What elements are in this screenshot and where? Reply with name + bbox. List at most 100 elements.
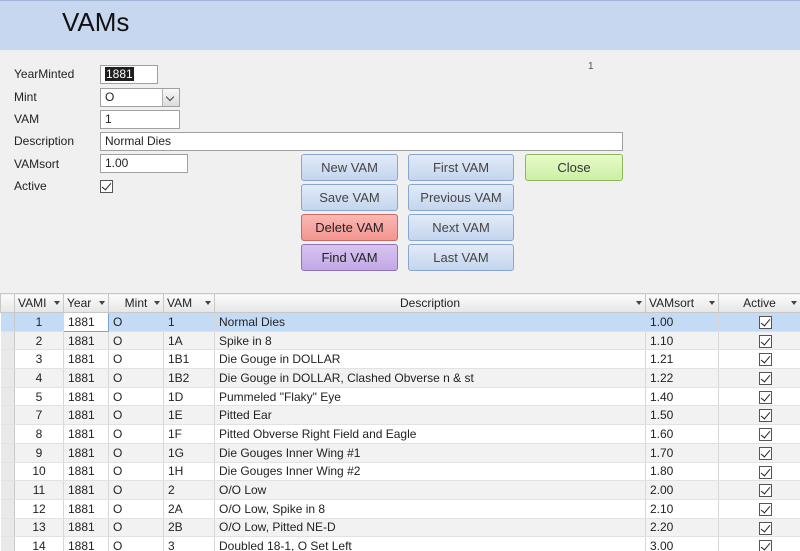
row-selector[interactable] <box>0 536 15 551</box>
close-button[interactable]: Close <box>525 154 623 181</box>
next-vam-button[interactable]: Next VAM <box>408 214 514 241</box>
sort-dropdown-icon[interactable] <box>791 301 797 305</box>
cell-year[interactable]: 1881 <box>63 368 109 388</box>
first-vam-button[interactable]: First VAM <box>408 154 514 181</box>
row-selector[interactable] <box>0 387 15 407</box>
row-selector[interactable] <box>0 368 15 388</box>
cell-active[interactable] <box>718 405 800 426</box>
table-row[interactable]: 8 1881 O 1F Pitted Obverse Right Field and E… <box>0 424 800 444</box>
table-row[interactable]: 14 1881 O 3 Doubled 18-1, O Set Left 3.00 <box>0 536 800 551</box>
cell-vamsort[interactable]: 2.00 <box>645 480 719 500</box>
row-selector[interactable] <box>0 424 15 444</box>
active-checkbox[interactable] <box>759 502 772 516</box>
cell-vami[interactable]: 9 <box>14 443 64 463</box>
row-selector[interactable] <box>0 405 15 426</box>
cell-active[interactable] <box>718 424 800 444</box>
cell-active[interactable] <box>718 349 800 370</box>
cell-vam[interactable]: 2A <box>163 499 215 519</box>
cell-vami[interactable]: 14 <box>14 536 64 551</box>
cell-vam[interactable]: 1A <box>163 331 215 351</box>
last-vam-button[interactable]: Last VAM <box>408 244 514 271</box>
table-row[interactable]: 7 1881 O 1E Pitted Ear 1.50 <box>0 405 800 426</box>
table-row[interactable]: 11 1881 O 2 O/O Low 2.00 <box>0 480 800 500</box>
cell-vamsort[interactable]: 2.10 <box>645 499 719 519</box>
cell-vam[interactable]: 1B1 <box>163 349 215 370</box>
cell-year[interactable]: 1881 <box>63 312 109 332</box>
cell-active[interactable] <box>718 331 800 351</box>
vam-field[interactable]: 1 <box>100 110 180 129</box>
sort-dropdown-icon[interactable] <box>154 301 160 305</box>
cell-vamsort[interactable]: 1.00 <box>645 312 719 332</box>
cell-mint[interactable]: O <box>108 331 164 351</box>
cell-year[interactable]: 1881 <box>63 480 109 500</box>
cell-vamsort[interactable]: 3.00 <box>645 536 719 551</box>
year-minted-field[interactable]: 1881 <box>100 65 158 84</box>
cell-vami[interactable]: 1 <box>14 312 64 332</box>
cell-year[interactable]: 1881 <box>63 405 109 426</box>
cell-description[interactable]: Doubled 18-1, O Set Left <box>214 536 646 551</box>
row-selector[interactable] <box>0 499 15 519</box>
active-checkbox[interactable] <box>759 353 772 367</box>
active-checkbox[interactable] <box>759 409 772 423</box>
cell-vamsort[interactable]: 2.20 <box>645 518 719 538</box>
cell-vam[interactable]: 1F <box>163 424 215 444</box>
cell-vami[interactable]: 8 <box>14 424 64 444</box>
row-selector[interactable] <box>0 480 15 500</box>
active-checkbox[interactable] <box>759 540 772 551</box>
cell-description[interactable]: Die Gouges Inner Wing #1 <box>214 443 646 463</box>
row-selector[interactable] <box>0 462 15 482</box>
cell-active[interactable] <box>718 368 800 388</box>
cell-mint[interactable]: O <box>108 368 164 388</box>
new-vam-button[interactable]: New VAM <box>301 154 398 181</box>
cell-vami[interactable]: 5 <box>14 387 64 407</box>
active-checkbox[interactable] <box>759 372 772 386</box>
column-header-mint[interactable]: Mint <box>108 293 164 313</box>
column-header-vamsort[interactable]: VAMsort <box>645 293 719 313</box>
table-row[interactable]: 10 1881 O 1H Die Gouges Inner Wing #2 1.80 <box>0 462 800 482</box>
cell-vami[interactable]: 2 <box>14 331 64 351</box>
table-row[interactable]: 1 1881 O 1 Normal Dies 1.00 <box>0 312 800 332</box>
cell-vamsort[interactable]: 1.70 <box>645 443 719 463</box>
cell-vam[interactable]: 2B <box>163 518 215 538</box>
cell-vam[interactable]: 1D <box>163 387 215 407</box>
cell-vami[interactable]: 12 <box>14 499 64 519</box>
cell-description[interactable]: O/O Low, Pitted NE-D <box>214 518 646 538</box>
cell-description[interactable]: Die Gouge in DOLLAR <box>214 349 646 370</box>
column-header-vam[interactable]: VAM <box>163 293 215 313</box>
cell-vami[interactable]: 13 <box>14 518 64 538</box>
cell-year[interactable]: 1881 <box>63 349 109 370</box>
cell-mint[interactable]: O <box>108 424 164 444</box>
cell-active[interactable] <box>718 462 800 482</box>
table-row[interactable]: 3 1881 O 1B1 Die Gouge in DOLLAR 1.21 <box>0 349 800 370</box>
column-header-description[interactable]: Description <box>214 293 646 313</box>
row-selector[interactable] <box>0 349 15 370</box>
select-all-cell[interactable] <box>0 293 15 313</box>
cell-mint[interactable]: O <box>108 443 164 463</box>
vamsort-field[interactable]: 1.00 <box>100 154 188 173</box>
cell-vam[interactable]: 1E <box>163 405 215 426</box>
cell-mint[interactable]: O <box>108 405 164 426</box>
cell-year[interactable]: 1881 <box>63 331 109 351</box>
cell-vam[interactable]: 3 <box>163 536 215 551</box>
cell-vamsort[interactable]: 1.60 <box>645 424 719 444</box>
cell-vamsort[interactable]: 1.10 <box>645 331 719 351</box>
cell-vamsort[interactable]: 1.22 <box>645 368 719 388</box>
cell-description[interactable]: Normal Dies <box>214 312 646 332</box>
cell-year[interactable]: 1881 <box>63 462 109 482</box>
row-selector[interactable] <box>0 518 15 538</box>
cell-description[interactable]: Die Gouges Inner Wing #2 <box>214 462 646 482</box>
active-checkbox[interactable] <box>759 390 772 404</box>
cell-description[interactable]: Spike in 8 <box>214 331 646 351</box>
cell-vamsort[interactable]: 1.80 <box>645 462 719 482</box>
cell-year[interactable]: 1881 <box>63 499 109 519</box>
sort-dropdown-icon[interactable] <box>99 301 105 305</box>
cell-mint[interactable]: O <box>108 312 164 332</box>
cell-active[interactable] <box>718 536 800 551</box>
cell-vam[interactable]: 1 <box>163 312 215 332</box>
cell-mint[interactable]: O <box>108 518 164 538</box>
cell-year[interactable]: 1881 <box>63 443 109 463</box>
sort-dropdown-icon[interactable] <box>205 301 211 305</box>
cell-vami[interactable]: 11 <box>14 480 64 500</box>
cell-active[interactable] <box>718 387 800 407</box>
cell-mint[interactable]: O <box>108 480 164 500</box>
